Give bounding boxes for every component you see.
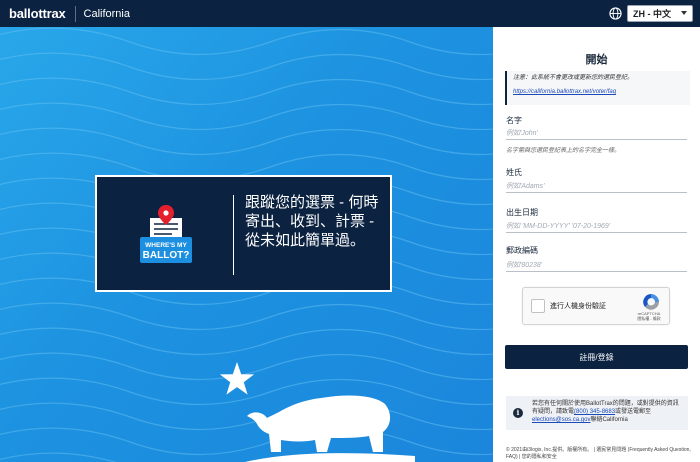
help-text-part2: 或發送電郵至 — [615, 409, 652, 415]
help-phone-link[interactable]: (800) 345-8683 — [574, 409, 615, 415]
help-text: 若您有任何關於使用BallotTrax的問題，或對提供的資訊有疑問，請致電(80… — [532, 400, 684, 424]
help-box: i 若您有任何關於使用BallotTrax的問題，或對提供的資訊有疑問，請致電(… — [506, 396, 688, 430]
state-name: California — [83, 7, 130, 20]
logo-text-line2: BALLOT? — [143, 250, 190, 261]
recaptcha-checkbox[interactable] — [531, 299, 545, 313]
notice-box: 注意：此系統不會更改或更新您的選民登記。 https://california.… — [505, 71, 690, 105]
zip-input[interactable] — [506, 259, 687, 272]
promo-divider — [233, 195, 234, 275]
globe-icon[interactable] — [609, 7, 622, 20]
recaptcha-footer: reCAPTCHA 隱私權 - 條款 — [630, 311, 668, 321]
california-bear-icon — [245, 395, 415, 462]
notice-text: 注意：此系統不會更改或更新您的選民登記。 — [513, 75, 634, 81]
faq-link[interactable]: https://california.ballottrax.net/voter/… — [513, 89, 684, 95]
promo-tagline: 跟蹤您的選票 - 何時寄出、收到、計票 - 從未如此簡單過。 — [245, 194, 379, 249]
star-icon — [219, 362, 255, 395]
recaptcha-widget: 進行人機身份驗証 reCAPTCHA 隱私權 - 條款 — [522, 287, 670, 325]
help-text-part3: 聯絡California — [590, 417, 628, 423]
recaptcha-icon — [643, 294, 659, 310]
page-title: 開始 — [585, 54, 608, 66]
language-select[interactable]: ZH - 中文 — [627, 5, 693, 22]
recaptcha-label: 進行人機身份驗証 — [550, 303, 606, 310]
first-name-input[interactable] — [506, 127, 687, 140]
info-icon: i — [513, 408, 523, 418]
footer-text: © 2021由i3logix, Inc.提供。版權所有。 | 選民常見問題 (F… — [506, 447, 691, 460]
chevron-down-icon — [681, 11, 687, 15]
language-selected-value: ZH - 中文 — [633, 9, 671, 19]
first-name-label: 名字 — [506, 116, 522, 125]
dob-label: 出生日期 — [506, 208, 538, 217]
last-name-label: 姓氏 — [506, 168, 522, 177]
logo-text-line1: WHERE'S MY — [145, 242, 187, 249]
zip-label: 郵政編碼 — [506, 246, 538, 255]
help-email-link[interactable]: elections@sos.ca.gov — [532, 417, 590, 423]
dob-input[interactable] — [506, 220, 687, 233]
last-name-input[interactable] — [506, 180, 687, 193]
first-name-help: 名字需與您選民登記表上的名字完全一樣。 — [506, 148, 621, 154]
brand-logo[interactable]: ballottrax — [0, 6, 66, 21]
signup-panel: 開始 注意：此系統不會更改或更新您的選民登記。 https://californ… — [493, 27, 700, 462]
header-divider — [74, 5, 76, 22]
recaptcha-links[interactable]: 隱私權 - 條款 — [637, 316, 661, 321]
top-bar: ballottrax California ZH - 中文 — [0, 0, 700, 27]
hero-section: WHERE'S MY BALLOT? 跟蹤您的選票 - 何時寄出、收到、計票 -… — [0, 27, 493, 462]
promo-card: WHERE'S MY BALLOT? 跟蹤您的選票 - 何時寄出、收到、計票 -… — [95, 175, 392, 292]
wheres-my-ballot-logo: WHERE'S MY BALLOT? — [140, 205, 192, 263]
register-login-button[interactable]: 註冊/登錄 — [505, 345, 688, 369]
